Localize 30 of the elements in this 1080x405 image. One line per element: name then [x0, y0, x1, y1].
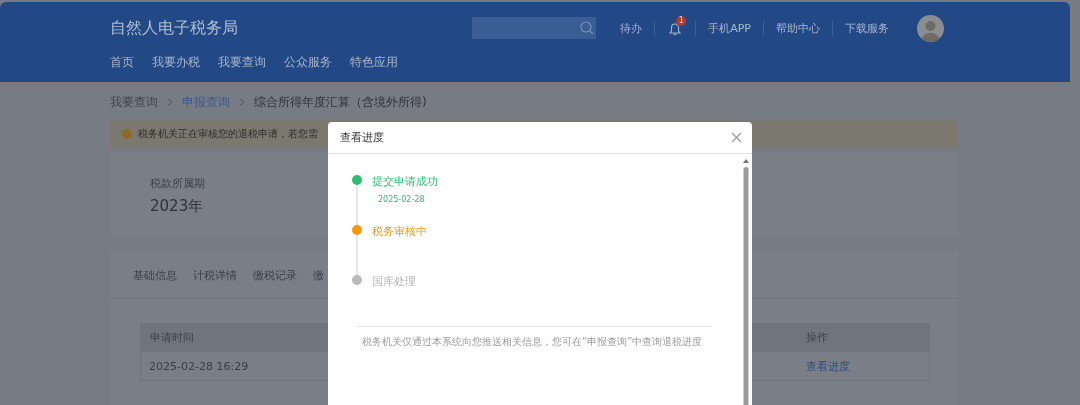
dialog-title: 查看进度 [340, 130, 384, 145]
step-label: 国库处理 [372, 274, 416, 289]
breadcrumb-item: 综合所得年度汇算（含境外所得) [254, 93, 427, 111]
nav-item[interactable]: 我要查询 [218, 54, 266, 71]
header-link[interactable]: 下载服务 [832, 20, 901, 36]
header-link[interactable]: 帮助中心 [763, 20, 832, 36]
site-title: 自然人电子税务局 [110, 17, 239, 39]
close-icon[interactable] [731, 132, 742, 143]
notification-badge: 1 [676, 15, 687, 26]
notice-text: 税务机关正在审核您的退税申请，若您需 [138, 127, 318, 141]
chevron-icon [238, 98, 246, 106]
search-icon [580, 21, 595, 35]
avatar[interactable] [917, 14, 944, 42]
tab[interactable]: 缴 [313, 268, 324, 298]
nav-item[interactable]: 我要办税 [152, 54, 200, 71]
step-label: 提交申请成功 [372, 174, 438, 189]
period-value: 2023年 [150, 197, 204, 216]
chevron-icon [166, 98, 174, 106]
step-date: 2025-02-28 [378, 195, 426, 204]
nav-item[interactable]: 首页 [110, 54, 134, 71]
nav-item[interactable]: 特色应用 [350, 54, 398, 71]
search-field[interactable] [472, 17, 597, 39]
step-label: 税务审核中 [372, 224, 427, 239]
tab[interactable]: 缴税记录 [253, 268, 297, 298]
table-cell: 2025-02-28 16:29 [149, 359, 249, 373]
header-link[interactable]: 手机APP [695, 20, 763, 36]
nav-item[interactable]: 公众服务 [284, 54, 332, 71]
warning-icon [122, 129, 132, 139]
header-link[interactable]: 待办 [608, 20, 655, 36]
notice-text: 税务机关仅通过本系统向您推送相关信息，您可在“申报查询”中查询退税进度 [362, 335, 703, 349]
